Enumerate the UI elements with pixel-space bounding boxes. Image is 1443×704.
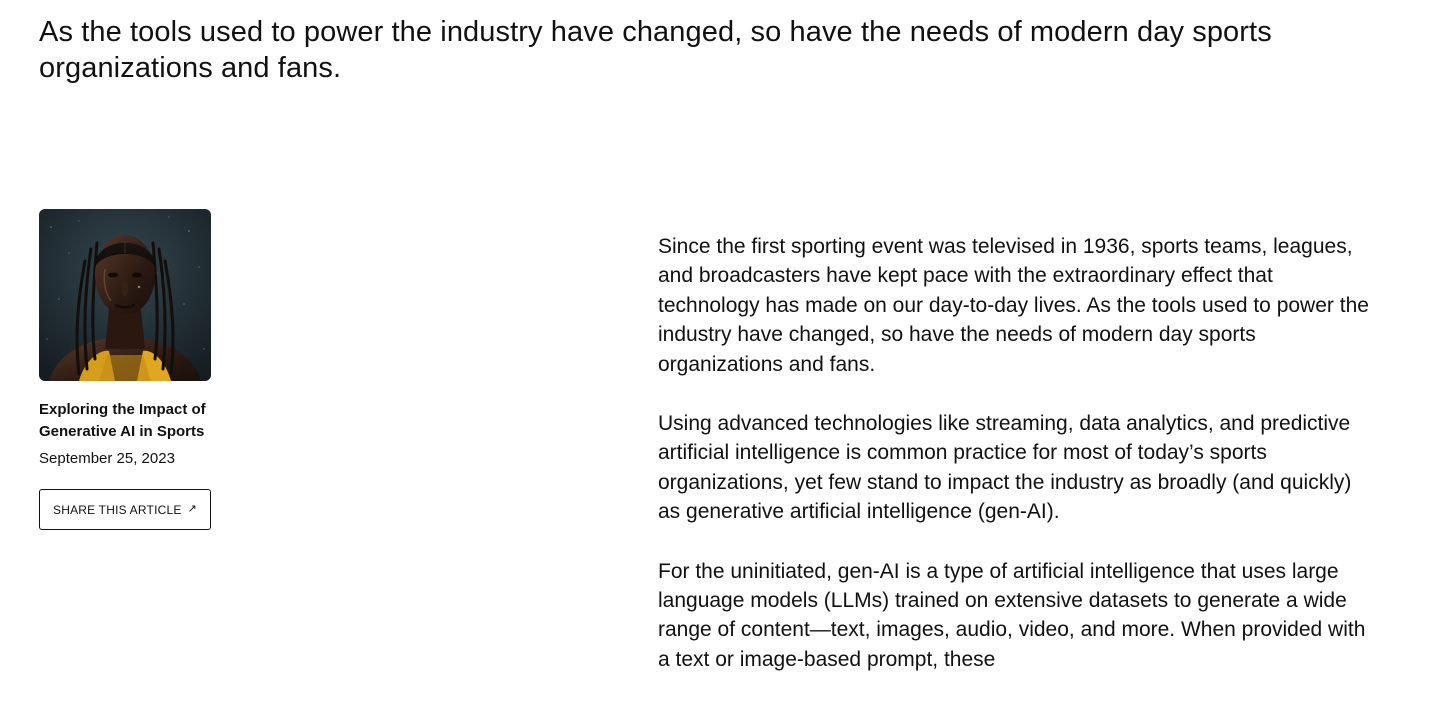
arrow-up-right-icon: ↗ <box>187 503 197 515</box>
article-sidebar-card: Exploring the Impact of Generative AI in… <box>39 209 211 530</box>
share-button-label: SHARE THIS ARTICLE <box>53 502 182 517</box>
article-paragraph: Using advanced technologies like streami… <box>658 412 1352 524</box>
article-body: Since the first sporting event was telev… <box>658 232 1378 704</box>
share-article-button[interactable]: SHARE THIS ARTICLE ↗ <box>39 489 211 530</box>
article-lede: As the tools used to power the industry … <box>39 16 1272 84</box>
article-date: September 25, 2023 <box>39 450 175 467</box>
article-thumbnail[interactable] <box>39 209 211 381</box>
athlete-portrait-image <box>39 209 211 381</box>
article-card-title[interactable]: Exploring the Impact of Generative AI in… <box>39 399 211 443</box>
article-paragraph: For the uninitiated, gen-AI is a type of… <box>658 559 1366 671</box>
article-paragraph: Since the first sporting event was telev… <box>658 235 1369 376</box>
